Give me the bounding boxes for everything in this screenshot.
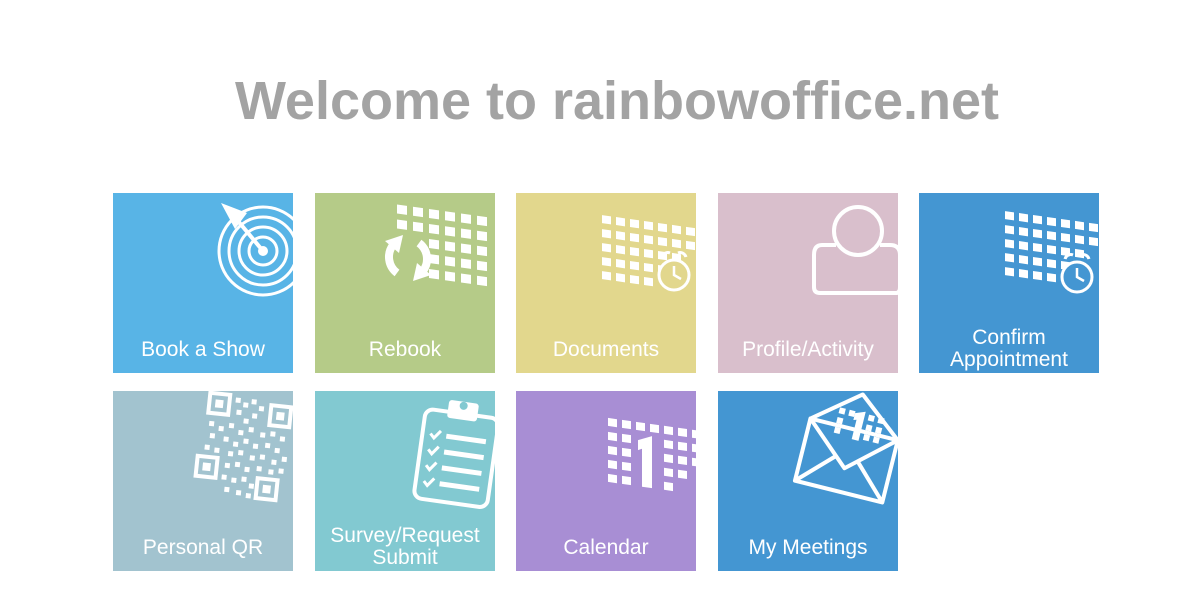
- tile-label: Rebook: [368, 338, 442, 361]
- confirm-appointment-tile[interactable]: Confirm Appointment: [919, 193, 1099, 373]
- tile-label: Survey/Request Submit: [330, 524, 480, 569]
- personal-qr-tile[interactable]: Personal QR: [113, 391, 293, 571]
- tile-label: Personal QR: [142, 536, 264, 559]
- tile-label: Confirm Appointment: [950, 326, 1068, 371]
- documents-tile[interactable]: Documents: [516, 193, 696, 373]
- my-meetings-tile[interactable]: My Meetings: [718, 391, 898, 571]
- profile-activity-tile[interactable]: Profile/Activity: [718, 193, 898, 373]
- tile-label: Profile/Activity: [742, 338, 874, 361]
- rebook-tile[interactable]: Rebook: [315, 193, 495, 373]
- tile-label: Calendar: [563, 536, 649, 559]
- calendar-tile[interactable]: Calendar: [516, 391, 696, 571]
- survey-request-submit-tile[interactable]: Survey/Request Submit: [315, 391, 495, 571]
- tile-label: Documents: [552, 338, 660, 361]
- tile-label: Book a Show: [141, 338, 265, 361]
- page-title: Welcome to rainbowoffice.net: [234, 71, 1000, 131]
- book-a-show-tile[interactable]: Book a Show: [113, 193, 293, 373]
- tile-label: My Meetings: [748, 536, 868, 559]
